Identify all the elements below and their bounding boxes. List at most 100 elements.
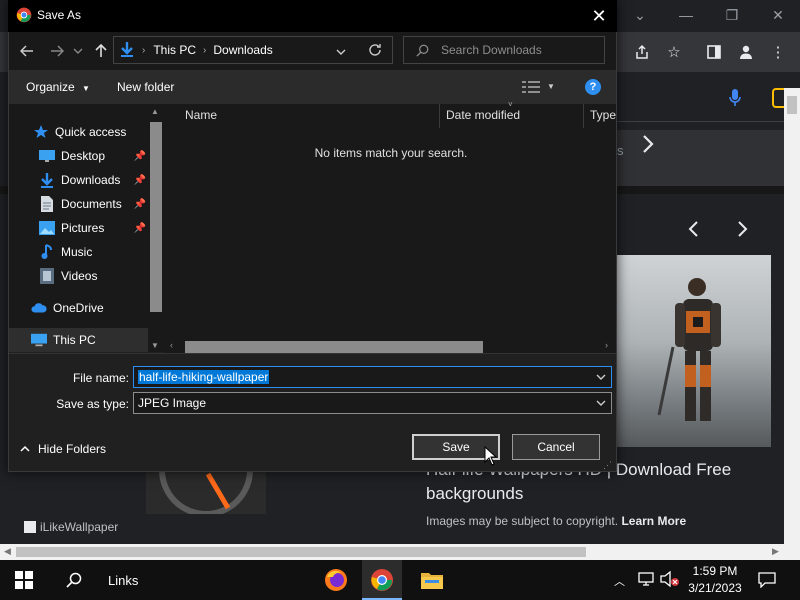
nav-item-videos[interactable]: Videos — [9, 264, 148, 288]
view-dropdown-icon[interactable]: ▼ — [547, 82, 555, 91]
breadcrumb-separator: › — [142, 44, 146, 56]
computer-icon — [31, 332, 47, 348]
recent-locations-icon[interactable] — [70, 40, 86, 62]
hide-folders-label: Hide Folders — [38, 442, 107, 456]
chrome-taskbar-icon[interactable] — [368, 566, 396, 594]
copyright-notice: Images may be subject to copyright. Lear… — [426, 514, 686, 528]
star-icon — [33, 124, 49, 140]
breadcrumb-this-pc[interactable]: This PC — [153, 43, 196, 57]
pictures-icon — [39, 220, 55, 236]
search-downloads-input[interactable]: Search Downloads — [403, 36, 605, 64]
minimize-icon[interactable]: — — [663, 0, 709, 30]
browser-close-icon[interactable]: ✕ — [755, 0, 800, 30]
chevron-right-icon[interactable] — [638, 132, 658, 159]
chrome-app-icon — [16, 7, 32, 26]
next-arrow-icon[interactable] — [734, 220, 750, 241]
save-type-select[interactable]: JPEG Image — [133, 392, 612, 414]
organize-dropdown-icon: ▼ — [82, 84, 90, 93]
file-name-dropdown-icon[interactable] — [595, 371, 607, 383]
breadcrumb-downloads[interactable]: Downloads — [213, 43, 272, 57]
browser-horizontal-scroll-thumb[interactable] — [16, 547, 586, 557]
clock-time: 1:59 PM — [692, 564, 738, 578]
taskbar-search-label: Links — [108, 572, 139, 588]
lens-icon[interactable] — [772, 88, 784, 108]
taskbar-search[interactable]: Links — [56, 560, 166, 600]
browser-vertical-scroll-thumb[interactable] — [787, 96, 797, 114]
nav-item-music[interactable]: Music — [9, 240, 148, 264]
windows-start-icon[interactable] — [10, 566, 38, 594]
nav-item-quick-access[interactable]: Quick access — [9, 120, 148, 144]
up-arrow-icon[interactable] — [90, 40, 112, 62]
nav-scroll-down-icon[interactable]: ▼ — [151, 341, 159, 350]
volume-muted-icon[interactable] — [660, 570, 680, 590]
restore-icon[interactable]: ❐ — [709, 0, 755, 30]
nav-item-downloads[interactable]: Downloads 📌 — [9, 168, 148, 192]
crowbar-thumbnail[interactable] — [146, 470, 266, 514]
resize-grip-icon[interactable]: ⋰ — [603, 460, 612, 471]
kebab-menu-icon[interactable]: ⋮ — [766, 40, 790, 64]
profile-icon[interactable] — [734, 40, 758, 64]
microphone-icon[interactable] — [728, 88, 742, 111]
file-name-input[interactable]: half-life-hiking-wallpaper — [133, 366, 612, 388]
star-bookmark-icon[interactable]: ☆ — [662, 40, 686, 64]
nav-item-label: Quick access — [55, 125, 127, 139]
empty-results-message: No items match your search. — [314, 146, 468, 160]
file-explorer-icon[interactable] — [418, 566, 446, 594]
nav-pane-scroll-thumb[interactable] — [150, 122, 162, 312]
nav-item-this-pc[interactable]: This PC — [9, 328, 148, 352]
search-placeholder: Search Downloads — [441, 43, 542, 57]
firefox-icon[interactable] — [322, 566, 350, 594]
new-folder-button[interactable]: New folder — [117, 80, 174, 94]
prev-arrow-icon[interactable] — [686, 220, 702, 241]
dialog-titlebar[interactable] — [8, 0, 617, 32]
copyright-text: Images may be subject to copyright. — [426, 514, 619, 528]
dialog-close-icon[interactable]: ✕ — [585, 4, 613, 28]
back-arrow-icon[interactable] — [16, 40, 38, 62]
address-bar[interactable]: › This PC › Downloads — [113, 36, 393, 64]
breadcrumb-separator: › — [203, 44, 207, 56]
sidebar-icon[interactable] — [702, 40, 726, 64]
browser-vertical-scrollbar[interactable] — [784, 88, 800, 544]
download-arrow-icon — [39, 172, 55, 188]
desktop-icon — [39, 148, 55, 164]
nav-item-label: Music — [61, 245, 93, 259]
nav-item-desktop[interactable]: Desktop 📌 — [9, 144, 148, 168]
nav-item-documents[interactable]: Documents 📌 — [9, 192, 148, 216]
scroll-left-icon[interactable]: ◀ — [4, 546, 11, 557]
column-header-date-modified[interactable]: Date modified — [446, 108, 520, 122]
file-scroll-right-icon[interactable]: › — [605, 340, 608, 350]
chevron-down-icon[interactable]: ⌄ — [617, 0, 663, 30]
save-type-dropdown-icon[interactable] — [595, 397, 607, 409]
nav-item-pictures[interactable]: Pictures 📌 — [9, 216, 148, 240]
nav-scroll-up-icon[interactable]: ▲ — [151, 107, 159, 116]
column-header-name[interactable]: Name — [185, 108, 217, 122]
learn-more-link[interactable]: Learn More — [621, 514, 686, 528]
scroll-right-icon[interactable]: ▶ — [772, 546, 779, 557]
notification-icon[interactable] — [758, 572, 776, 591]
refresh-icon[interactable] — [368, 43, 382, 60]
source-site[interactable]: iLikeWallpaper — [24, 520, 118, 534]
chevron-up-icon — [20, 445, 30, 452]
pin-icon: 📌 — [133, 198, 146, 210]
share-icon[interactable] — [630, 40, 654, 64]
help-icon[interactable]: ? — [585, 79, 601, 95]
column-header-type[interactable]: Type — [590, 108, 616, 122]
address-dropdown-icon[interactable] — [336, 45, 346, 59]
organize-menu[interactable]: Organize ▼ — [26, 80, 90, 94]
view-options-icon[interactable] — [522, 81, 540, 96]
network-icon[interactable] — [638, 572, 654, 589]
cancel-button[interactable]: Cancel — [512, 434, 600, 460]
forward-arrow-icon[interactable] — [46, 40, 68, 62]
clock-date: 3/21/2023 — [688, 581, 742, 595]
file-scroll-left-icon[interactable]: ‹ — [170, 340, 173, 350]
download-location-icon — [120, 41, 134, 60]
taskbar-clock[interactable]: 1:59 PM 3/21/2023 — [686, 563, 744, 597]
tray-chevron-icon[interactable]: ︿ — [614, 573, 625, 589]
pin-icon: 📌 — [133, 174, 146, 186]
hide-folders-toggle[interactable]: Hide Folders — [20, 442, 106, 456]
save-type-label: Save as type: — [56, 397, 129, 411]
wallpaper-preview-image[interactable] — [617, 255, 771, 447]
nav-item-onedrive[interactable]: OneDrive — [9, 296, 148, 320]
file-pane-scroll-thumb[interactable] — [185, 341, 483, 353]
search-icon — [416, 44, 429, 57]
